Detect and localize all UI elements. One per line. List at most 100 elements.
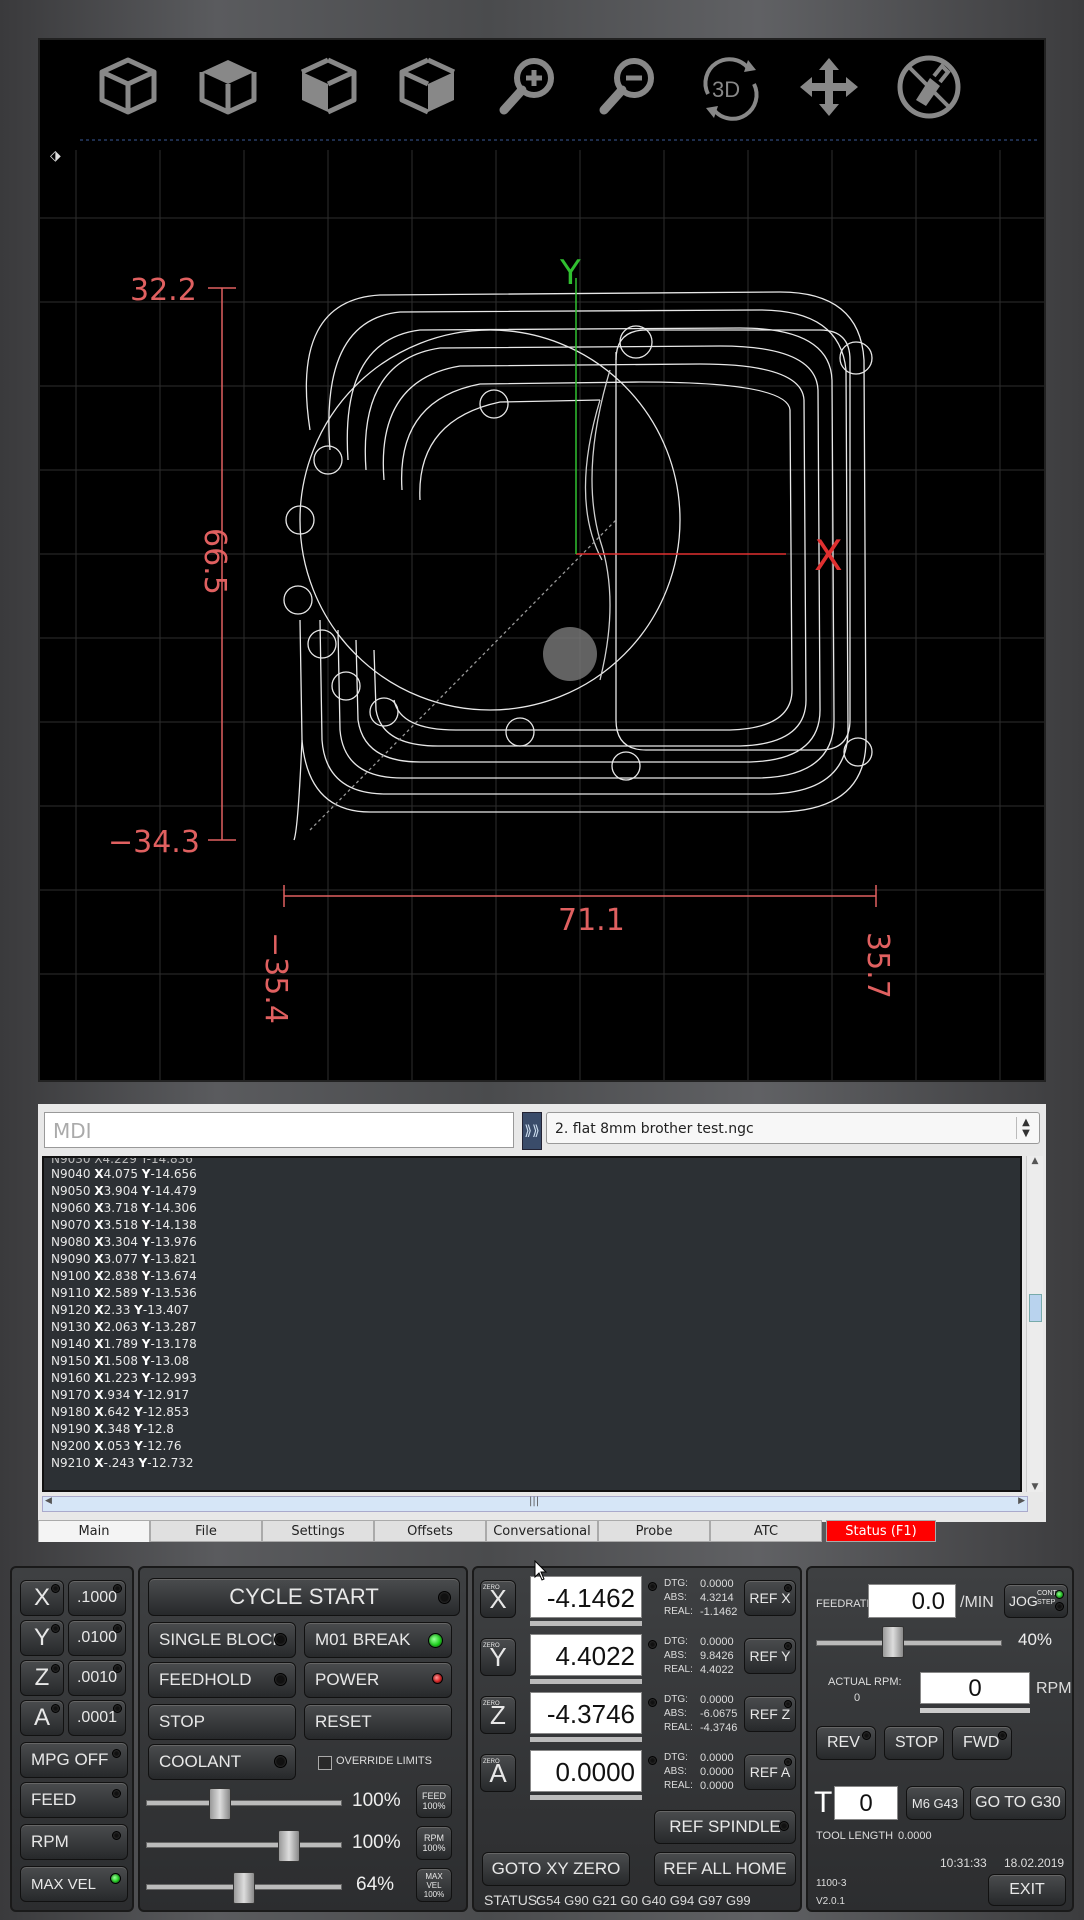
ref-a-button[interactable]: REF A [744, 1754, 796, 1790]
scroll-thumb[interactable] [1029, 1294, 1042, 1322]
gcode-line[interactable]: N9160 X1.223 Y-12.993 [44, 1370, 1020, 1387]
scroll-left-icon[interactable]: ◀ [45, 1496, 52, 1506]
horizontal-scrollbar[interactable]: ◀ ||| ▶ [42, 1496, 1028, 1512]
axis-a-button[interactable]: A [20, 1700, 64, 1736]
tab-file[interactable]: File [150, 1520, 262, 1542]
zoom-in-icon[interactable] [496, 54, 576, 134]
spindle-rev-button[interactable]: REV [816, 1726, 876, 1760]
feedhold-button[interactable]: FEEDHOLD [148, 1662, 296, 1698]
exit-button[interactable]: EXIT [988, 1874, 1066, 1906]
mpg-off-button[interactable]: MPG OFF [20, 1742, 128, 1778]
mdi-input[interactable]: MDI [44, 1112, 514, 1148]
tool-number-input[interactable]: 0 [834, 1786, 898, 1820]
gcode-line[interactable]: N9050 X3.904 Y-14.479 [44, 1183, 1020, 1200]
axis-y-button[interactable]: Y [20, 1620, 64, 1656]
step-0100-button[interactable]: .0100 [68, 1620, 126, 1656]
gcode-listing[interactable]: N9030 X4.229 Y-14.836 N9040 X4.075 Y-14.… [42, 1156, 1022, 1492]
stop-button[interactable]: STOP [148, 1704, 296, 1740]
zero-x-button[interactable]: ZERO X [480, 1580, 516, 1618]
vertical-scrollbar[interactable]: ▲ ▼ [1026, 1156, 1043, 1492]
single-block-button[interactable]: SINGLE BLOCK [148, 1622, 296, 1658]
zero-y-button[interactable]: ZERO Y [480, 1638, 516, 1676]
goto-xy-zero-button[interactable]: GOTO XY ZERO [482, 1852, 630, 1886]
spindle-fwd-button[interactable]: FWD [952, 1726, 1012, 1760]
m01-break-button[interactable]: M01 BREAK [304, 1622, 452, 1658]
ref-all-home-button[interactable]: REF ALL HOME [654, 1852, 796, 1886]
rpm-override-slider[interactable] [278, 1830, 301, 1862]
mdi-send-icon[interactable]: ⟫⟫ [522, 1112, 542, 1150]
zero-a-button[interactable]: ZERO A [480, 1754, 516, 1792]
tab-status[interactable]: Status (F1) [826, 1520, 936, 1542]
top-view-icon[interactable] [196, 54, 276, 134]
ref-spindle-button[interactable]: REF SPINDLE [654, 1810, 796, 1844]
rpm-input[interactable]: 0 [920, 1672, 1030, 1704]
tab-atc[interactable]: ATC [710, 1520, 822, 1542]
step-1000-button[interactable]: .1000 [68, 1580, 126, 1616]
gcode-line[interactable]: N9200 X.053 Y-12.76 [44, 1438, 1020, 1455]
dro-a-value[interactable]: 0.0000 [530, 1750, 642, 1792]
go-to-g30-button[interactable]: GO TO G30 [970, 1786, 1066, 1820]
rpm-override-track[interactable] [146, 1842, 342, 1848]
spindle-stop-button[interactable]: STOP [884, 1726, 944, 1760]
front-view-icon[interactable] [296, 54, 376, 134]
toolpath-viewport[interactable]: 32.2 −34.3 71.1 66.5 −35.4 35.7 X Y ⬗ 3D [38, 38, 1046, 1082]
m6-g43-button[interactable]: M6 G43 [906, 1786, 964, 1820]
gcode-line[interactable]: N9140 X1.789 Y-13.178 [44, 1336, 1020, 1353]
gcode-line[interactable]: N9070 X3.518 Y-14.138 [44, 1217, 1020, 1234]
axis-x-button[interactable]: X [20, 1580, 64, 1616]
cycle-start-button[interactable]: CYCLE START [148, 1578, 460, 1616]
step-0010-button[interactable]: .0010 [68, 1660, 126, 1696]
pan-icon[interactable] [796, 54, 876, 134]
scroll-down-icon[interactable]: ▼ [1027, 1482, 1043, 1492]
ref-z-button[interactable]: REF Z [744, 1696, 796, 1732]
power-button[interactable]: POWER [304, 1662, 452, 1698]
tab-conversational[interactable]: Conversational [486, 1520, 598, 1542]
gcode-line[interactable]: N9180 X.642 Y-12.853 [44, 1404, 1020, 1421]
tab-offsets[interactable]: Offsets [374, 1520, 486, 1542]
tab-main[interactable]: Main [38, 1520, 150, 1542]
zoom-out-icon[interactable] [596, 54, 676, 134]
maxvel-button[interactable]: MAX VEL [20, 1866, 128, 1902]
file-select[interactable]: 2. flat 8mm brother test.ngc ▲ ▼ [546, 1112, 1040, 1144]
gcode-line[interactable]: N9110 X2.589 Y-13.536 [44, 1285, 1020, 1302]
gcode-line[interactable]: N9130 X2.063 Y-13.287 [44, 1319, 1020, 1336]
scroll-up-icon[interactable]: ▲ [1027, 1156, 1043, 1166]
jog-feed-track[interactable] [816, 1640, 1002, 1646]
clear-plot-icon[interactable] [896, 54, 976, 134]
scroll-right-icon[interactable]: ▶ [1018, 1496, 1025, 1506]
rpm-100-button[interactable]: RPM 100% [416, 1826, 452, 1860]
tab-settings[interactable]: Settings [262, 1520, 374, 1542]
gcode-line[interactable]: N9150 X1.508 Y-13.08 [44, 1353, 1020, 1370]
dro-z-value[interactable]: -4.3746 [530, 1692, 642, 1734]
iso-view-icon[interactable] [96, 54, 176, 134]
gcode-line[interactable]: N9080 X3.304 Y-13.976 [44, 1234, 1020, 1251]
jog-mode-button[interactable]: JOG CONT STEP [1004, 1584, 1068, 1618]
gcode-line[interactable]: N9190 X.348 Y-12.8 [44, 1421, 1020, 1438]
3d-rotate-icon[interactable]: 3D [696, 54, 776, 134]
feed-button[interactable]: FEED [20, 1782, 128, 1818]
zero-z-button[interactable]: ZERO Z [480, 1696, 516, 1734]
feed-100-button[interactable]: FEED 100% [416, 1784, 452, 1818]
side-view-icon[interactable] [396, 54, 476, 134]
reset-button[interactable]: RESET [304, 1704, 452, 1740]
gcode-line[interactable]: N9090 X3.077 Y-13.821 [44, 1251, 1020, 1268]
gcode-line[interactable]: N9210 X-.243 Y-12.732 [44, 1455, 1020, 1472]
dro-x-value[interactable]: -4.1462 [530, 1576, 642, 1618]
gcode-line[interactable]: N9100 X2.838 Y-13.674 [44, 1268, 1020, 1285]
rpm-button[interactable]: RPM [20, 1824, 128, 1860]
gcode-line[interactable]: N9060 X3.718 Y-14.306 [44, 1200, 1020, 1217]
ref-x-button[interactable]: REF X [744, 1580, 796, 1616]
step-0001-button[interactable]: .0001 [68, 1700, 126, 1736]
jog-feed-slider[interactable] [881, 1626, 904, 1658]
maxvel-100-button[interactable]: MAX VEL 100% [416, 1868, 452, 1902]
maxvel-override-slider[interactable] [232, 1872, 255, 1904]
dro-y-value[interactable]: 4.4022 [530, 1634, 642, 1676]
axis-z-button[interactable]: Z [20, 1660, 64, 1696]
feed-override-slider[interactable] [208, 1788, 231, 1820]
override-limits-checkbox[interactable] [318, 1756, 332, 1770]
gcode-line[interactable]: N9040 X4.075 Y-14.656 [44, 1166, 1020, 1183]
gcode-line[interactable]: N9170 X.934 Y-12.917 [44, 1387, 1020, 1404]
gcode-line[interactable]: N9120 X2.33 Y-13.407 [44, 1302, 1020, 1319]
feed-override-track[interactable] [146, 1800, 342, 1806]
ref-y-button[interactable]: REF Y [744, 1638, 796, 1674]
